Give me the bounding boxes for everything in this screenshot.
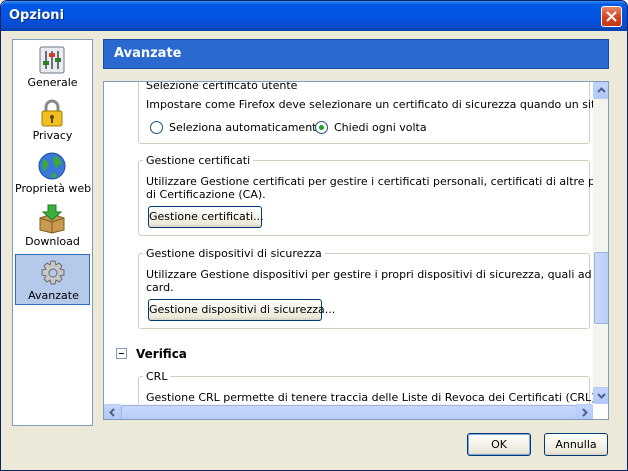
sidebar-item-label: Avanzate: [28, 289, 79, 302]
sidebar-item-proprieta-web[interactable]: Proprietà web: [15, 148, 92, 199]
ok-button[interactable]: OK: [467, 433, 531, 456]
group-description: Gestione CRL permette di tenere traccia …: [146, 391, 609, 404]
general-icon: [36, 45, 68, 75]
window-title: Opzioni: [9, 8, 65, 23]
lock-icon: [36, 98, 68, 128]
horizontal-scrollbar[interactable]: [104, 404, 593, 419]
sidebar-item-privacy[interactable]: Privacy: [15, 95, 90, 146]
advanced-settings-pane[interactable]: Selezione certificato utente Impostare c…: [103, 81, 609, 420]
sidebar-item-avanzate[interactable]: Avanzate: [15, 254, 90, 305]
globe-icon: [36, 151, 68, 181]
scroll-down-button[interactable]: [593, 387, 608, 404]
chevron-down-icon: [597, 393, 606, 399]
sidebar-item-label: Generale: [27, 76, 78, 89]
sidebar-item-label: Download: [25, 235, 80, 248]
chevron-right-icon: [582, 408, 588, 417]
group-caption: Selezione certificato utente: [143, 82, 301, 92]
panel-header: Avanzate: [103, 39, 609, 69]
close-icon: [606, 11, 617, 22]
category-sidebar: Generale Privacy Proprietà web Download …: [12, 39, 93, 426]
chevron-up-icon: [597, 87, 606, 93]
download-box-icon: [36, 204, 68, 234]
scroll-left-button[interactable]: [104, 404, 121, 419]
manage-security-devices-button[interactable]: Gestione dispositivi di sicurezza...: [148, 299, 335, 321]
close-button[interactable]: [601, 6, 622, 27]
group-caption: Gestione certificati: [143, 154, 254, 167]
group-description: Impostare come Firefox deve selezionare …: [146, 98, 609, 111]
group-caption: CRL: [143, 370, 171, 383]
horizontal-scroll-thumb[interactable]: [121, 405, 577, 419]
title-bar[interactable]: Opzioni: [1, 1, 627, 31]
sidebar-item-label: Privacy: [32, 129, 73, 142]
scroll-right-button[interactable]: [576, 404, 593, 419]
cancel-button[interactable]: Annulla: [544, 433, 608, 456]
gear-icon: [37, 258, 69, 288]
group-description: Utilizzare Gestione certificati per gest…: [146, 175, 608, 188]
collapse-toggle[interactable]: [116, 348, 127, 359]
radio-ask[interactable]: [315, 121, 328, 134]
group-description: card.: [146, 281, 174, 294]
sidebar-item-generale[interactable]: Generale: [15, 42, 90, 93]
manage-certificates-button[interactable]: Gestione certificati...: [148, 206, 264, 228]
sidebar-item-label: Proprietà web: [15, 182, 92, 195]
chevron-left-icon: [109, 408, 115, 417]
group-description: di Certificazione (CA).: [146, 188, 266, 201]
panel-title: Avanzate: [114, 46, 182, 61]
radio-label: Seleziona automaticamente: [169, 121, 324, 134]
options-window: Opzioni Generale Privacy Proprietà web D…: [0, 0, 628, 471]
section-heading: Verifica: [136, 347, 187, 361]
sidebar-item-download[interactable]: Download: [15, 201, 90, 252]
vertical-scrollbar[interactable]: [593, 82, 608, 404]
scroll-up-button[interactable]: [593, 82, 608, 99]
group-caption: Gestione dispositivi di sicurezza: [143, 247, 325, 260]
radio-label: Chiedi ogni volta: [334, 121, 427, 134]
group-description: Utilizzare Gestione dispositivi per gest…: [146, 268, 608, 281]
radio-auto[interactable]: [150, 121, 163, 134]
vertical-scroll-thumb[interactable]: [594, 252, 608, 324]
